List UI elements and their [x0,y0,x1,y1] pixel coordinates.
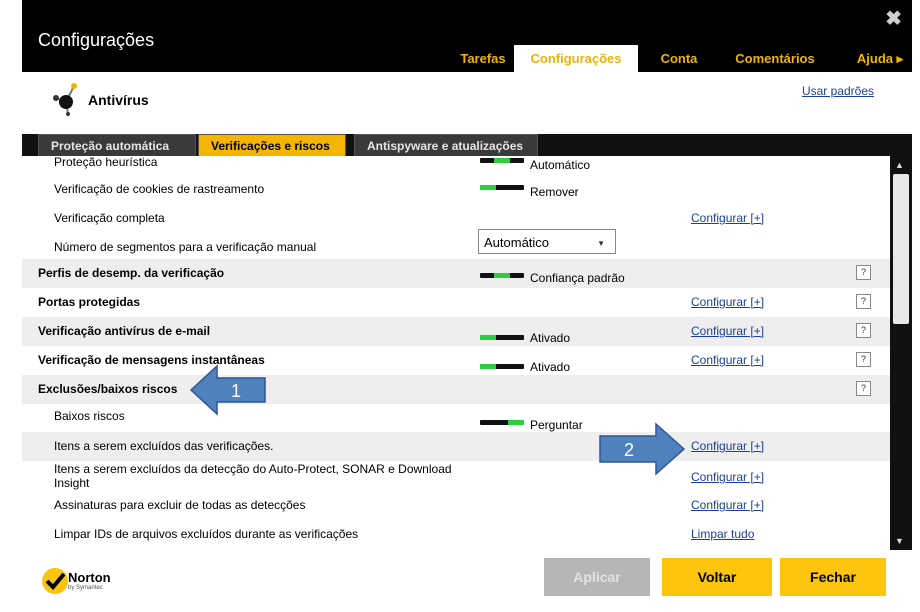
antivirus-molecule-icon [53,83,77,116]
subtab-antispyware-atualizacoes[interactable]: Antispyware e atualizações [354,134,538,156]
configure-link[interactable]: Configurar [+] [691,498,764,512]
section-title: Antivírus [88,92,149,108]
toggle-state: Remover [530,185,579,199]
help-icon[interactable]: ? [856,352,871,367]
clear-all-link[interactable]: Limpar tudo [691,527,754,541]
subtab-protecao-automatica[interactable]: Proteção automática [38,134,196,156]
setting-label: Baixos riscos [54,409,125,423]
toggle-state: Automático [530,158,591,172]
configure-link[interactable]: Configurar [+] [691,211,764,225]
toggle-state: Ativado [530,360,571,374]
toggle-switch[interactable] [480,364,524,369]
configure-link[interactable]: Configurar [+] [691,295,764,309]
setting-label: Verificação de cookies de rastreamento [54,182,265,196]
setting-label: Número de segmentos para a verificação m… [54,240,317,254]
chevron-down-icon: ▼ [597,239,605,248]
setting-row: Exclusões/baixos riscos ? [22,375,890,404]
toggle-switch[interactable] [480,158,524,163]
tab-conta[interactable]: Conta [654,45,704,72]
setting-label: Itens a serem excluídos das verificações… [54,439,274,453]
setting-label: Assinaturas para excluir de todas as det… [54,498,306,512]
norton-sub: by Symantec [68,585,103,591]
norton-brand: Norton [68,570,111,585]
setting-label: Limpar IDs de arquivos excluídos durante… [54,527,359,541]
setting-label: Itens a serem excluídos da detecção do A… [54,462,452,490]
segments-dropdown[interactable]: Automático ▼ [478,229,616,254]
setting-row: Baixos riscos Perguntar [22,404,890,433]
setting-row: Itens a serem excluídos da detecção do A… [22,461,890,495]
setting-row: Proteção heurística Automático [22,156,890,177]
configure-link[interactable]: Configurar [+] [691,439,764,453]
scroll-down-icon[interactable]: ▼ [895,536,904,546]
tab-comentarios[interactable]: Comentários [730,45,820,72]
tab-ajuda[interactable]: Ajuda ▸ [852,45,908,72]
callout-arrow-2: 2 [599,422,686,476]
toggle-state: Perguntar [530,418,583,432]
scrollbar-thumb[interactable] [893,174,909,324]
norton-logo: Norton by Symantec [40,564,120,598]
setting-label: Verificação completa [54,211,165,225]
toggle-state: Ativado [530,331,571,345]
help-icon[interactable]: ? [856,265,871,280]
setting-row: Portas protegidas Configurar [+] ? [22,288,890,317]
close-icon[interactable]: ✖ [885,6,902,31]
setting-row: Verificação de mensagens instantâneas At… [22,346,890,375]
toggle-switch[interactable] [480,273,524,278]
setting-row: Limpar IDs de arquivos excluídos durante… [22,520,890,549]
setting-row: Verificação de cookies de rastreamento R… [22,175,890,204]
callout-number-1: 1 [231,381,241,401]
setting-label: Verificação antivírus de e-mail [38,324,211,338]
help-icon[interactable]: ? [856,323,871,338]
footer-bar: Norton by Symantec Aplicar Voltar Fechar [22,550,912,612]
vertical-scrollbar[interactable]: ▲ ▼ [890,156,912,550]
tab-configuracoes[interactable]: Configurações [514,45,638,72]
settings-window: Configurações ✖ Tarefas Configurações Co… [22,0,920,612]
setting-row: Verificação antivírus de e-mail Ativado … [22,317,890,346]
subtab-bar: Proteção automática Verificações e risco… [22,134,912,156]
setting-row: Perfis de desemp. da verificação Confian… [22,259,890,288]
setting-row: Itens a serem excluídos das verificações… [22,432,890,461]
title-bar: Configurações ✖ Tarefas Configurações Co… [22,0,912,72]
section-header: Antivírus Usar padrões [22,72,912,134]
toggle-switch[interactable] [480,185,524,190]
help-icon[interactable]: ? [856,381,871,396]
dropdown-value: Automático [484,235,550,250]
tab-tarefas[interactable]: Tarefas [452,45,514,72]
close-button[interactable]: Fechar [780,558,886,596]
setting-row: Assinaturas para excluir de todas as det… [22,491,890,520]
back-button[interactable]: Voltar [662,558,772,596]
callout-arrow-1: 1 [189,364,266,416]
toggle-state: Confiança padrão [530,271,625,285]
scroll-up-icon[interactable]: ▲ [895,160,904,170]
configure-link[interactable]: Configurar [+] [691,353,764,367]
toggle-switch[interactable] [480,420,524,425]
setting-row: Verificação completa Configurar [+] [22,204,890,233]
toggle-switch[interactable] [480,335,524,340]
callout-number-2: 2 [624,440,634,460]
setting-label: Perfis de desemp. da verificação [38,266,225,280]
configure-link[interactable]: Configurar [+] [691,470,764,484]
setting-label: Proteção heurística [54,156,158,169]
settings-list: Proteção heurística Automático Verificaç… [22,156,890,550]
use-defaults-link[interactable]: Usar padrões [802,84,874,98]
help-icon[interactable]: ? [856,294,871,309]
setting-label: Portas protegidas [38,295,141,309]
configure-link[interactable]: Configurar [+] [691,324,764,338]
subtab-verificacoes-riscos[interactable]: Verificações e riscos [198,134,346,156]
setting-label: Exclusões/baixos riscos [38,382,178,396]
norton-check-icon [42,568,68,594]
apply-button[interactable]: Aplicar [544,558,650,596]
window-title: Configurações [38,30,155,50]
